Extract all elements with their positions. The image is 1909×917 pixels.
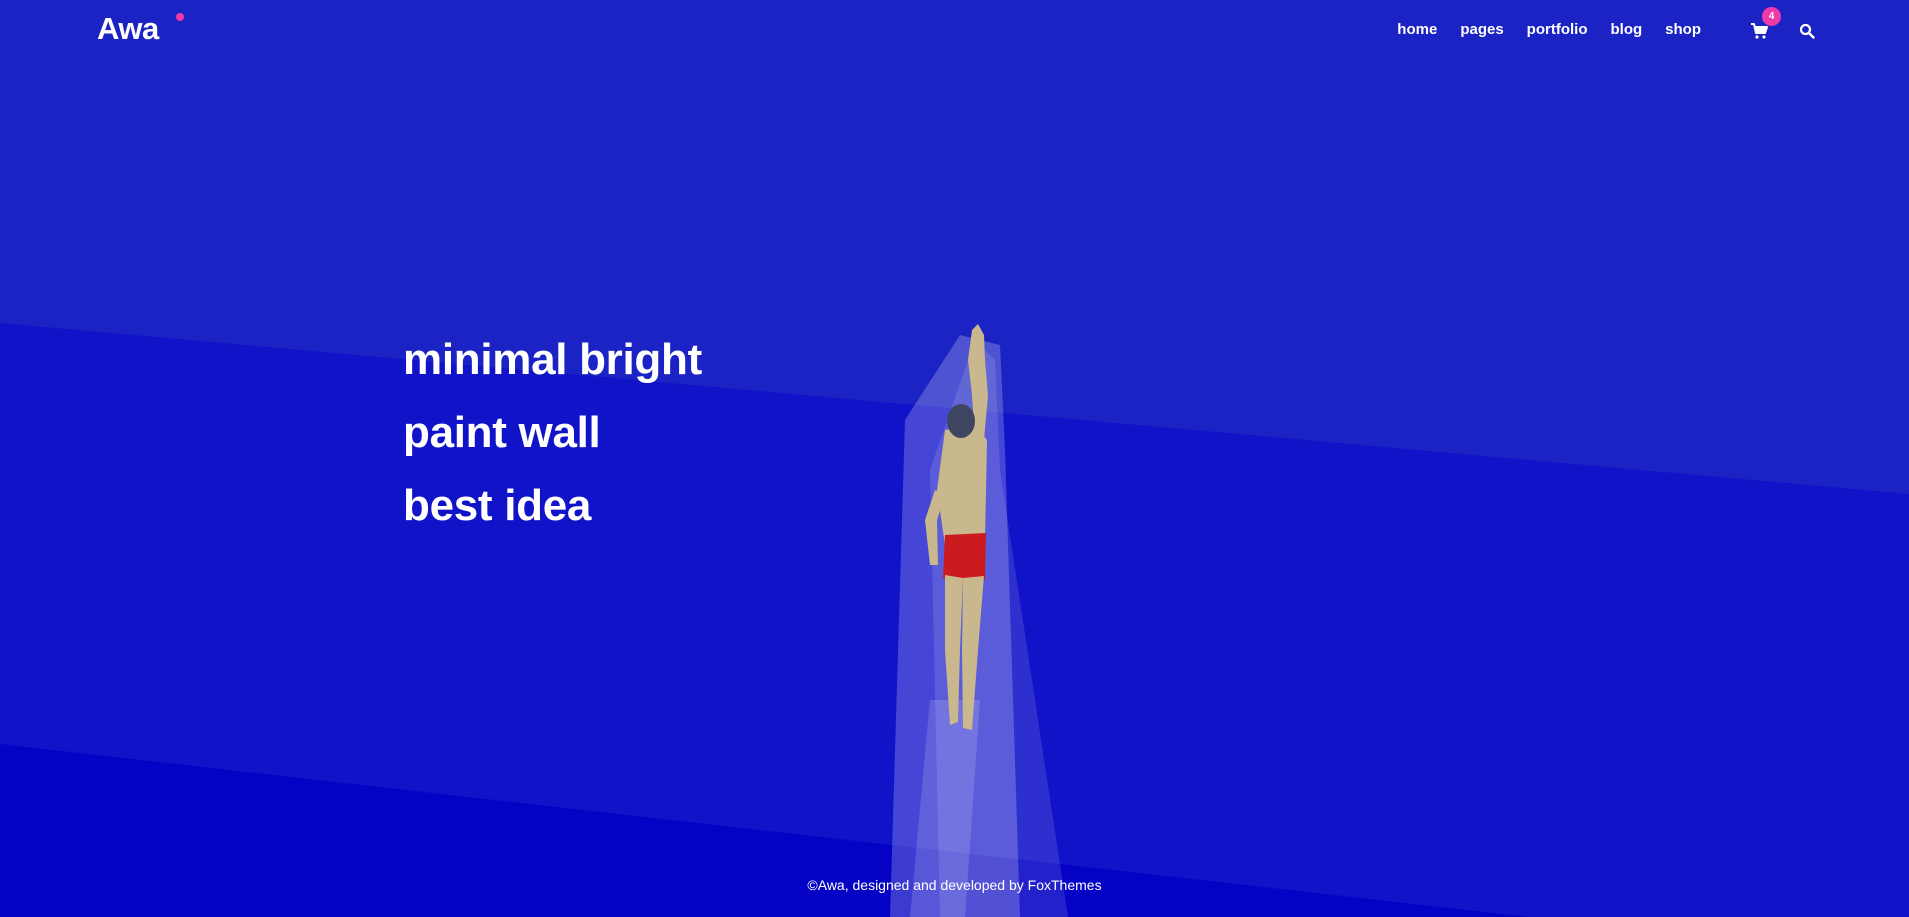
- main-nav: home pages portfolio blog shop: [1374, 20, 1701, 40]
- hero-line-1: minimal bright: [403, 336, 702, 384]
- site-logo[interactable]: Awa: [97, 11, 159, 47]
- cart-count-badge: 4: [1762, 7, 1781, 26]
- cart-icon[interactable]: [1750, 22, 1768, 40]
- nav-pages[interactable]: pages: [1460, 20, 1503, 40]
- nav-home[interactable]: home: [1397, 20, 1437, 40]
- hero-line-3: best idea: [403, 481, 592, 530]
- hero-illustration: [0, 0, 1909, 917]
- hero-text: minimal bright paint wall best idea: [403, 336, 702, 555]
- nav-portfolio[interactable]: portfolio: [1527, 20, 1588, 40]
- logo-dot: [176, 13, 184, 21]
- hero-line-1-text: minimal bright: [403, 335, 702, 384]
- nav-shop[interactable]: shop: [1665, 20, 1701, 40]
- hero-line-2: paint wall: [403, 408, 601, 457]
- page: Awa home pages portfolio blog shop 4 min…: [0, 0, 1909, 917]
- footer-copyright: ©Awa, designed and developed by FoxTheme…: [0, 875, 1909, 895]
- footer-link-foxthemes[interactable]: FoxThemes: [1028, 877, 1102, 893]
- search-icon[interactable]: [1799, 23, 1815, 39]
- footer-text: ©Awa, designed and developed by: [807, 877, 1028, 893]
- nav-blog[interactable]: blog: [1611, 20, 1643, 40]
